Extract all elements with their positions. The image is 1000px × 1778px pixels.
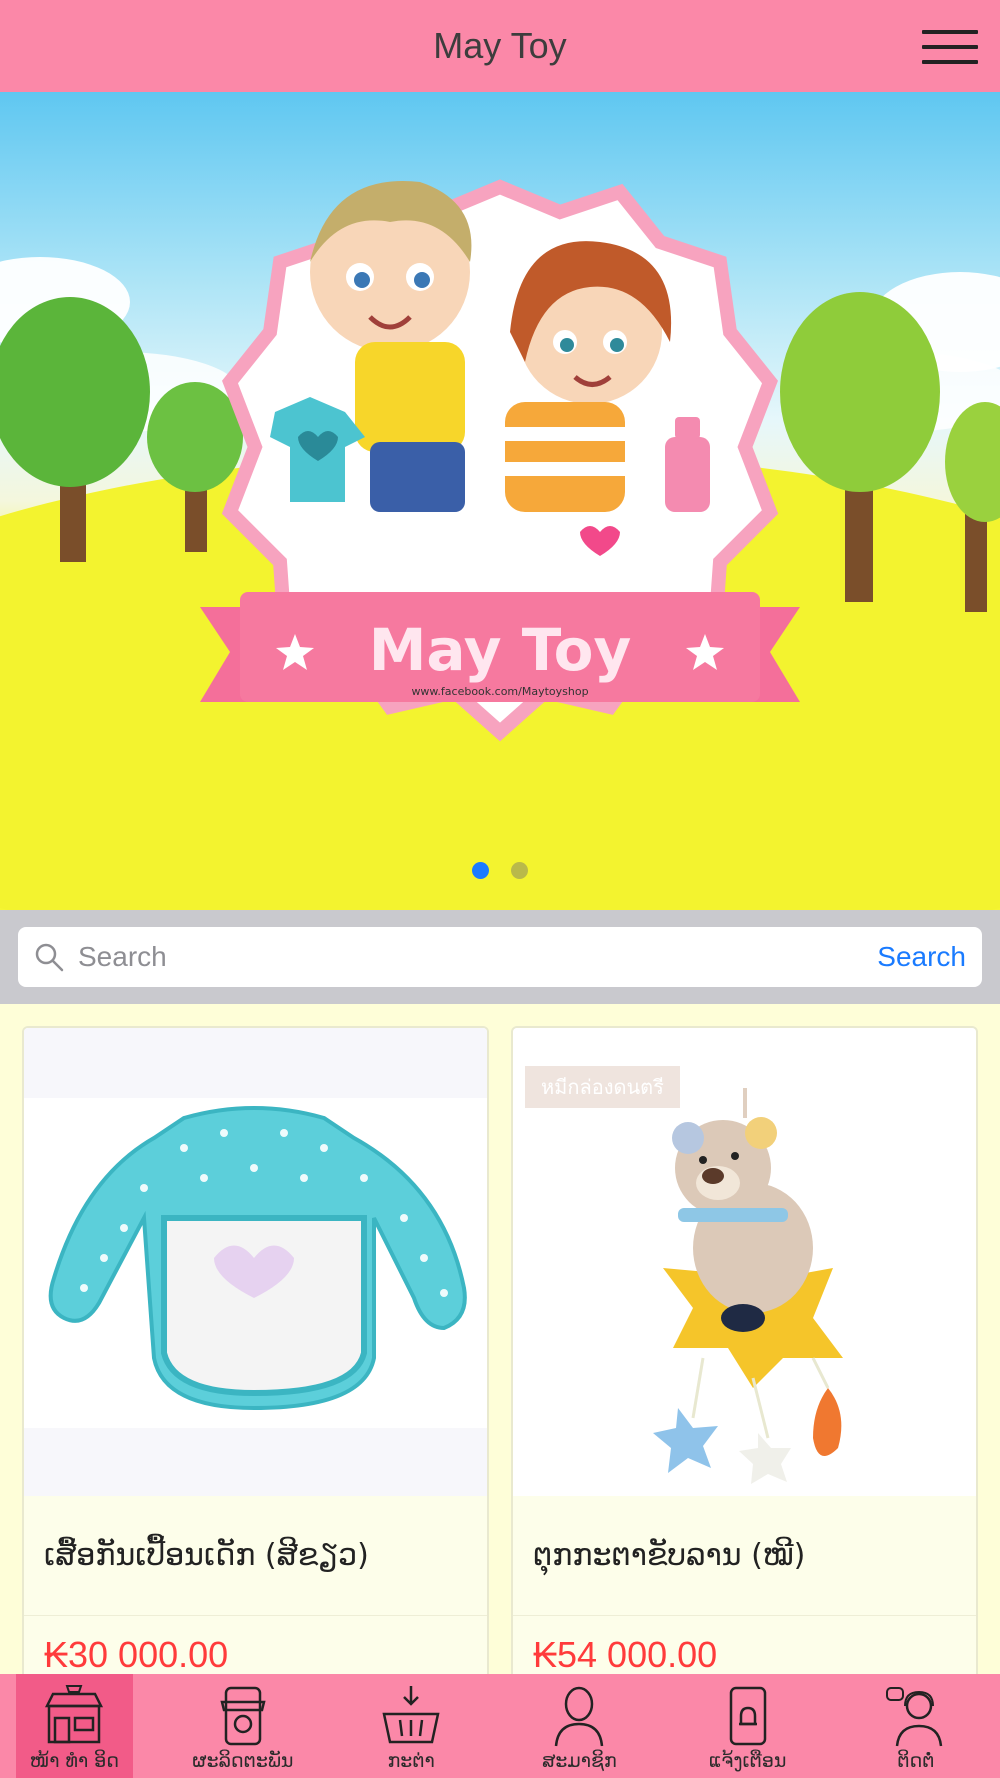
search-icon xyxy=(35,943,64,972)
svg-text:May Toy: May Toy xyxy=(369,616,632,684)
product-price: ₭54 000.00 xyxy=(533,1634,718,1674)
phone-shop-icon xyxy=(220,1686,266,1746)
nav-contact[interactable]: ຕິດຕໍ່ xyxy=(832,1674,1000,1778)
product-card[interactable]: ເສື້ອກັນເປື້ອນເດັກ (ສີຂຽວ) ₭30 000.00 xyxy=(22,1026,489,1674)
support-agent-icon xyxy=(885,1687,943,1747)
bottom-navigation: ໜ້າ ທຳ ອິດ ຜະລິດຕະພັນ ກະຕ່າ ສະມາຊິກ ແຈ້ງ… xyxy=(0,1674,1000,1778)
product-image-bib xyxy=(24,1028,487,1496)
nav-member-label: ສະມາຊິກ xyxy=(542,1750,617,1772)
nav-home-label: ໜ້າ ທຳ ອິດ xyxy=(29,1750,120,1772)
product-tag: หมีกล่องดนตรี xyxy=(525,1066,680,1108)
nav-notifications[interactable]: ແຈ້ງເຕືອນ xyxy=(664,1674,832,1778)
product-name: ເສື້ອກັນເປື້ອນເດັກ (ສີຂຽວ) xyxy=(24,1496,487,1616)
basket-icon xyxy=(382,1686,440,1744)
nav-notifications-label: ແຈ້ງເຕືອນ xyxy=(708,1750,787,1772)
nav-products-label: ຜະລິດຕະພັນ xyxy=(192,1750,294,1772)
carousel-indicator xyxy=(0,862,1000,879)
product-name: ຕຸກກະຕາຂັບລານ (ໝີ) xyxy=(513,1496,976,1616)
app-header: May Toy xyxy=(0,0,1000,92)
member-icon xyxy=(555,1686,604,1747)
product-grid: ເສື້ອກັນເປື້ອນເດັກ (ສີຂຽວ) ₭30 000.00 หม… xyxy=(0,1004,1000,1674)
storefront-icon xyxy=(45,1685,104,1744)
svg-text:www.facebook.com/Maytoyshop: www.facebook.com/Maytoyshop xyxy=(411,685,588,698)
page-title: May Toy xyxy=(433,25,567,66)
search-box: Search xyxy=(18,927,982,987)
product-image-bear: หมีกล่องดนตรี xyxy=(513,1028,976,1496)
product-card[interactable]: หมีกล่องดนตรี ຕຸກກະຕາຂັບລານ (ໝີ) ₭54 000… xyxy=(511,1026,978,1674)
carousel-dot-1[interactable] xyxy=(472,862,489,879)
nav-products[interactable]: ຜະລິດຕະພັນ xyxy=(159,1674,327,1778)
search-bar: Search xyxy=(0,910,1000,1004)
hamburger-menu-icon[interactable] xyxy=(922,30,978,70)
search-input[interactable] xyxy=(78,941,878,973)
product-price: ₭30 000.00 xyxy=(44,1634,229,1674)
banner-carousel[interactable]: May Toy www.facebook.com/Maytoyshop xyxy=(0,92,1000,910)
nav-home[interactable]: ໜ້າ ທຳ ອິດ xyxy=(16,1674,133,1778)
nav-cart-label: ກະຕ່າ xyxy=(387,1750,435,1772)
nav-cart[interactable]: ກະຕ່າ xyxy=(327,1674,495,1778)
notification-phone-icon xyxy=(729,1686,766,1746)
search-button[interactable]: Search xyxy=(877,941,966,973)
carousel-dot-2[interactable] xyxy=(511,862,528,879)
nav-member[interactable]: ສະມາຊິກ xyxy=(495,1674,663,1778)
nav-contact-label: ຕິດຕໍ່ xyxy=(897,1750,935,1772)
banner-illustration: May Toy www.facebook.com/Maytoyshop xyxy=(0,179,1000,910)
